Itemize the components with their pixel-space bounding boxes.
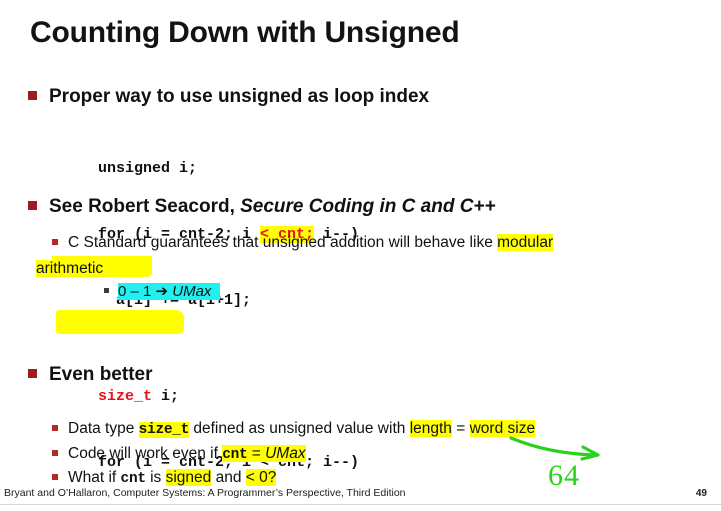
ink-label-64: 64 bbox=[548, 459, 580, 492]
what-if-and: and bbox=[211, 469, 246, 486]
slide-canvas: Counting Down with Unsigned Proper way t… bbox=[0, 0, 722, 512]
footer-attribution: Bryant and O’Hallaron, Computer Systems:… bbox=[4, 487, 406, 499]
highlight-word-size: word size bbox=[469, 420, 536, 437]
footer-divider bbox=[0, 504, 721, 505]
data-type-mid: defined as unsigned value with bbox=[189, 420, 410, 437]
highlight-size-t: size_t bbox=[138, 422, 190, 438]
code-line: unsigned i; bbox=[98, 160, 198, 177]
bullet-proper-way: Proper way to use unsigned as loop index bbox=[28, 86, 429, 108]
what-if-mono: cnt bbox=[120, 471, 147, 487]
bullet-proper-way-label: Proper way to use unsigned as loop index bbox=[49, 86, 430, 107]
highlight-signed: signed bbox=[165, 469, 212, 486]
umax-rule-expr: 0 – 1 ➔ bbox=[118, 283, 173, 300]
bullet-square-icon bbox=[28, 369, 37, 378]
page-number: 49 bbox=[695, 488, 707, 499]
bullet-c-standard: C Standard guarantees that unsigned addi… bbox=[36, 230, 692, 282]
bullet-even-better-label: Even better bbox=[49, 364, 153, 385]
bullet-square-icon bbox=[52, 425, 58, 431]
highlight-arithmetic: arithmetic bbox=[36, 260, 104, 277]
highlight-umax-rule: 0 – 1 ➔ UMax bbox=[118, 283, 220, 300]
code-works-pre: Code will work even if bbox=[68, 445, 223, 462]
bullet-code-works: Code will work even if cnt = UMax bbox=[52, 445, 306, 463]
bullet-square-icon bbox=[28, 91, 37, 100]
data-type-pre: Data type bbox=[68, 420, 139, 437]
bullet-umax-rule: 0 – 1 ➔ UMax bbox=[104, 282, 220, 300]
highlight-length: length bbox=[409, 420, 452, 437]
code-works-eq: = bbox=[247, 445, 266, 462]
highlight-cnt-umax: cnt = UMax bbox=[222, 445, 306, 463]
c-standard-text: C Standard guarantees that unsigned addi… bbox=[68, 234, 498, 251]
book-title: Secure Coding in C and C++ bbox=[240, 196, 496, 217]
bullet-what-if: What if cnt is signed and < 0? bbox=[52, 469, 277, 487]
page-title: Counting Down with Unsigned bbox=[30, 16, 460, 49]
umax-rule-value: UMax bbox=[172, 283, 212, 300]
bullet-see-seacord-label: See Robert Seacord, bbox=[49, 196, 241, 217]
highlight-lt-zero: < 0? bbox=[245, 469, 277, 486]
highlight-blob-even-better bbox=[56, 310, 184, 334]
bullet-square-icon bbox=[52, 239, 58, 245]
code-keyword-size-t: size_t bbox=[98, 388, 153, 405]
code-works-umax: UMax bbox=[265, 445, 306, 462]
bullet-square-icon bbox=[52, 474, 58, 480]
bullet-even-better: Even better bbox=[28, 364, 721, 386]
bullet-square-icon bbox=[104, 288, 109, 293]
what-if-mid: is bbox=[145, 469, 166, 486]
data-type-eq: = bbox=[451, 420, 470, 437]
highlight-modular: modular bbox=[497, 234, 554, 251]
bullet-square-icon bbox=[52, 450, 58, 456]
bullet-see-seacord: See Robert Seacord, Secure Coding in C a… bbox=[28, 196, 496, 218]
code-line: size_t i; bbox=[98, 386, 359, 408]
code-works-mono: cnt bbox=[222, 447, 248, 463]
bullet-square-icon bbox=[28, 201, 37, 210]
bullet-data-type: Data type size_t defined as unsigned val… bbox=[52, 420, 536, 438]
what-if-pre: What if bbox=[68, 469, 121, 486]
code-fragment: i; bbox=[152, 388, 180, 405]
